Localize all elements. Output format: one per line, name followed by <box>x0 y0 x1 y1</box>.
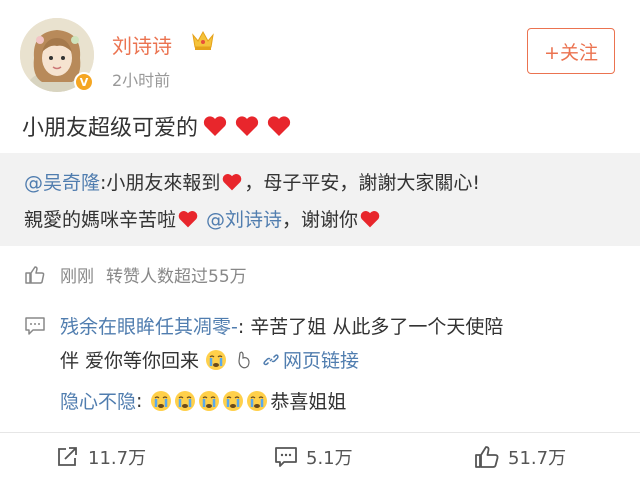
repost-line-1: @吴奇隆 :小朋友來報到 ，母子平安，謝謝大家關心! <box>24 168 480 195</box>
web-link[interactable]: 网页链接 <box>283 346 359 373</box>
repost-stats: 刚刚 转赞人数超过55万 <box>24 262 247 287</box>
heart-icon <box>223 173 242 190</box>
heart-icon <box>178 210 198 227</box>
repost-block[interactable] <box>0 153 640 246</box>
share-button[interactable]: 11.7万 <box>56 444 146 470</box>
repost-text: :小朋友來報到 <box>100 172 221 194</box>
crying-emoji-icon <box>175 390 196 411</box>
fist-emoji-icon <box>238 351 250 368</box>
heart-icon <box>267 116 291 136</box>
comment-text: 恭喜姐姐 <box>270 391 347 413</box>
divider <box>0 432 640 433</box>
stats-count: 转赞人数超过55万 <box>106 267 247 287</box>
crying-emoji-icon <box>151 390 172 411</box>
repost-line-2: 親愛的媽咪辛苦啦 @刘诗诗 ，谢谢你 <box>24 205 382 232</box>
comment-icon <box>25 316 45 335</box>
like-count: 51.7万 <box>508 448 567 469</box>
stats-time: 刚刚 <box>60 267 94 287</box>
heart-icon <box>360 210 380 227</box>
repost-author-link[interactable]: @吴奇隆 <box>24 168 100 195</box>
thumb-up-icon <box>25 265 45 284</box>
share-count: 11.7万 <box>88 448 147 469</box>
crying-emoji-icon <box>199 390 220 411</box>
post-text-content: 小朋友超级可爱的 <box>22 116 199 141</box>
comment-item-continued: 伴 爱你等你回来 网页链接 <box>60 346 359 373</box>
comment-author-link[interactable]: 残余在眼眸任其凋零- <box>60 312 238 339</box>
comment-item: 残余在眼眸任其凋零- : 辛苦了姐 从此多了一个天使陪 <box>24 312 503 339</box>
link-icon <box>263 353 279 365</box>
comment-button[interactable]: 5.1万 <box>274 444 353 470</box>
post-time: 2小时前 <box>112 71 171 90</box>
heart-icon <box>235 116 259 136</box>
repost-text-tail: ，谢谢你 <box>282 209 359 231</box>
comment-item: 隐心不隐 : 恭喜姐姐 <box>60 387 346 414</box>
comment-author-link[interactable]: 隐心不隐 <box>60 387 136 414</box>
like-button[interactable]: 51.7万 <box>474 444 566 470</box>
crying-emoji-icon <box>206 349 227 370</box>
comment-icon <box>275 447 297 467</box>
heart-icon <box>203 116 227 136</box>
crown-icon <box>192 30 214 50</box>
username[interactable]: 刘诗诗 <box>112 30 172 59</box>
repost-text-tail: ，母子平安，謝謝大家關心! <box>244 172 481 194</box>
follow-button[interactable]: +关注 <box>527 28 615 74</box>
crying-emoji-icon <box>247 390 268 411</box>
repost-mention-link[interactable]: @刘诗诗 <box>206 205 282 232</box>
thumb-up-icon <box>475 446 499 468</box>
comment-text: 伴 爱你等你回来 <box>60 350 200 372</box>
verified-badge-icon: V <box>74 72 94 92</box>
comment-text: : 辛苦了姐 从此多了一个天使陪 <box>237 316 504 338</box>
post-text: 小朋友超级可爱的 <box>22 110 292 142</box>
share-icon <box>58 447 77 466</box>
repost-text: 親愛的媽咪辛苦啦 <box>24 209 177 231</box>
crying-emoji-icon <box>223 390 244 411</box>
comment-count: 5.1万 <box>306 448 353 469</box>
